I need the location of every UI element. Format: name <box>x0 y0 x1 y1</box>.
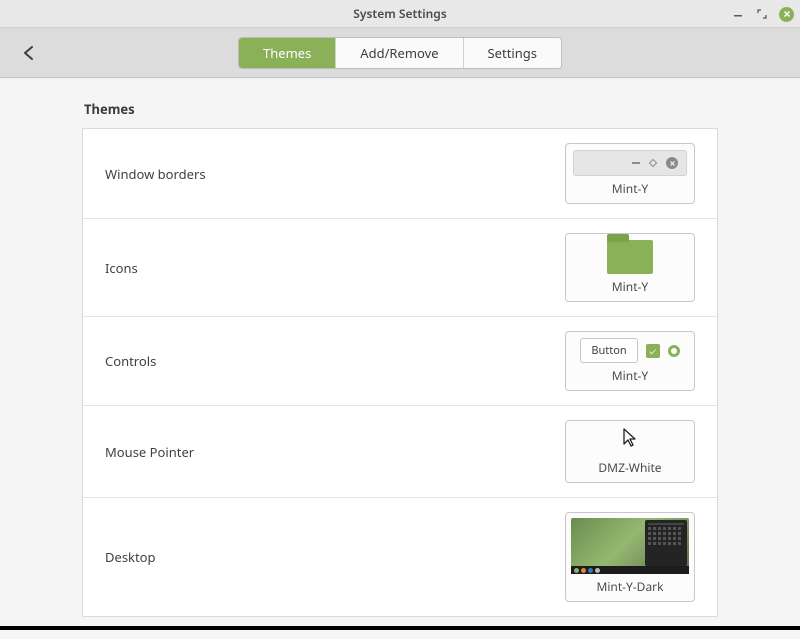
preview-button: Button <box>580 338 637 363</box>
row-mouse-pointer: Mouse Pointer DMZ-White <box>83 406 717 498</box>
toolbar: Themes Add/Remove Settings <box>0 28 800 78</box>
tab-settings[interactable]: Settings <box>464 38 561 68</box>
tab-themes[interactable]: Themes <box>239 38 336 68</box>
picker-value: Mint-Y <box>612 274 648 297</box>
back-button[interactable] <box>14 38 44 68</box>
window-title: System Settings <box>353 5 446 22</box>
picker-value: Mint-Y <box>612 176 648 199</box>
desktop-preview <box>571 518 689 574</box>
preview-maximize-icon <box>649 159 657 167</box>
themes-panel: Window borders Mint-Y Icons Mint-Y <box>82 128 718 617</box>
tab-add-remove[interactable]: Add/Remove <box>336 38 463 68</box>
titlebar: System Settings <box>0 0 800 28</box>
tab-bar: Themes Add/Remove Settings <box>238 37 562 69</box>
window-controls <box>731 0 794 28</box>
close-icon[interactable] <box>779 7 794 22</box>
row-label: Controls <box>105 352 156 370</box>
desktop-picker[interactable]: Mint-Y-Dark <box>565 512 695 602</box>
preview-taskbar <box>571 566 689 574</box>
preview-checkbox-icon: ✓ <box>646 344 660 358</box>
controls-picker[interactable]: Button ✓ Mint-Y <box>565 331 695 391</box>
row-label: Window borders <box>105 165 206 183</box>
window-borders-picker[interactable]: Mint-Y <box>565 143 695 204</box>
minimize-icon[interactable] <box>731 7 745 21</box>
bottom-edge <box>0 626 800 630</box>
folder-icon <box>607 240 653 274</box>
row-desktop: Desktop <box>83 498 717 616</box>
preview-minimize-icon <box>632 162 640 164</box>
icons-preview <box>566 234 694 274</box>
picker-value: DMZ-White <box>598 455 661 478</box>
preview-radio-icon <box>668 345 680 357</box>
picker-value: Mint-Y <box>612 363 648 386</box>
picker-value: Mint-Y-Dark <box>596 574 663 597</box>
cursor-icon <box>621 421 639 455</box>
content-area: Themes Window borders Mint-Y Icons <box>0 78 800 639</box>
row-icons: Icons Mint-Y <box>83 219 717 317</box>
row-label: Desktop <box>105 548 156 566</box>
row-label: Mouse Pointer <box>105 443 194 461</box>
icons-picker[interactable]: Mint-Y <box>565 233 695 302</box>
section-title: Themes <box>84 100 718 118</box>
row-window-borders: Window borders Mint-Y <box>83 129 717 219</box>
preview-close-icon <box>666 157 678 169</box>
window-borders-preview <box>573 150 687 176</box>
row-label: Icons <box>105 259 138 277</box>
mouse-pointer-picker[interactable]: DMZ-White <box>565 420 695 483</box>
maximize-icon[interactable] <box>755 7 769 21</box>
row-controls: Controls Button ✓ Mint-Y <box>83 317 717 406</box>
controls-preview: Button ✓ <box>580 332 679 363</box>
preview-calendar <box>645 520 687 566</box>
